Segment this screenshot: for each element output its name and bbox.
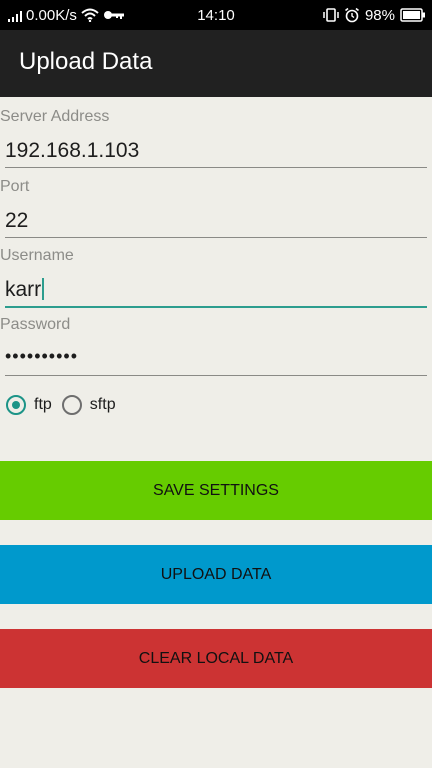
status-right: 98% — [323, 0, 426, 30]
ftp-radio[interactable] — [6, 395, 26, 415]
protocol-radio-group: ftp sftp — [6, 391, 116, 419]
username-input[interactable]: karr — [5, 277, 427, 304]
sftp-radio-label[interactable]: sftp — [90, 396, 116, 414]
username-value: karr — [5, 278, 42, 301]
battery-percent: 98% — [364, 6, 395, 24]
server-address-input[interactable]: 192.168.1.103 — [5, 139, 427, 165]
username-label: Username — [0, 247, 74, 264]
port-underline — [5, 237, 427, 238]
text-cursor — [42, 277, 45, 300]
username-underline — [5, 306, 427, 308]
action-bar: Upload Data — [0, 30, 432, 97]
clear-local-data-button[interactable]: CLEAR LOCAL DATA — [0, 629, 432, 688]
password-underline — [5, 375, 427, 376]
upload-data-button[interactable]: UPLOAD DATA — [0, 545, 432, 604]
ftp-radio-label[interactable]: ftp — [34, 396, 52, 414]
password-input[interactable]: •••••••••• — [5, 346, 427, 372]
server-address-label: Server Address — [0, 108, 110, 125]
port-input[interactable]: 22 — [5, 209, 427, 235]
vibrate-icon — [323, 8, 339, 22]
status-bar: 0.00K/s 14:10 98% — [0, 0, 432, 30]
server-address-underline — [5, 167, 427, 168]
battery-icon — [400, 8, 426, 22]
password-label: Password — [0, 316, 71, 333]
port-label: Port — [0, 178, 30, 195]
sftp-radio[interactable] — [61, 395, 82, 415]
alarm-icon — [344, 7, 360, 23]
page-title: Upload Data — [19, 48, 153, 75]
save-settings-button[interactable]: SAVE SETTINGS — [0, 461, 432, 520]
